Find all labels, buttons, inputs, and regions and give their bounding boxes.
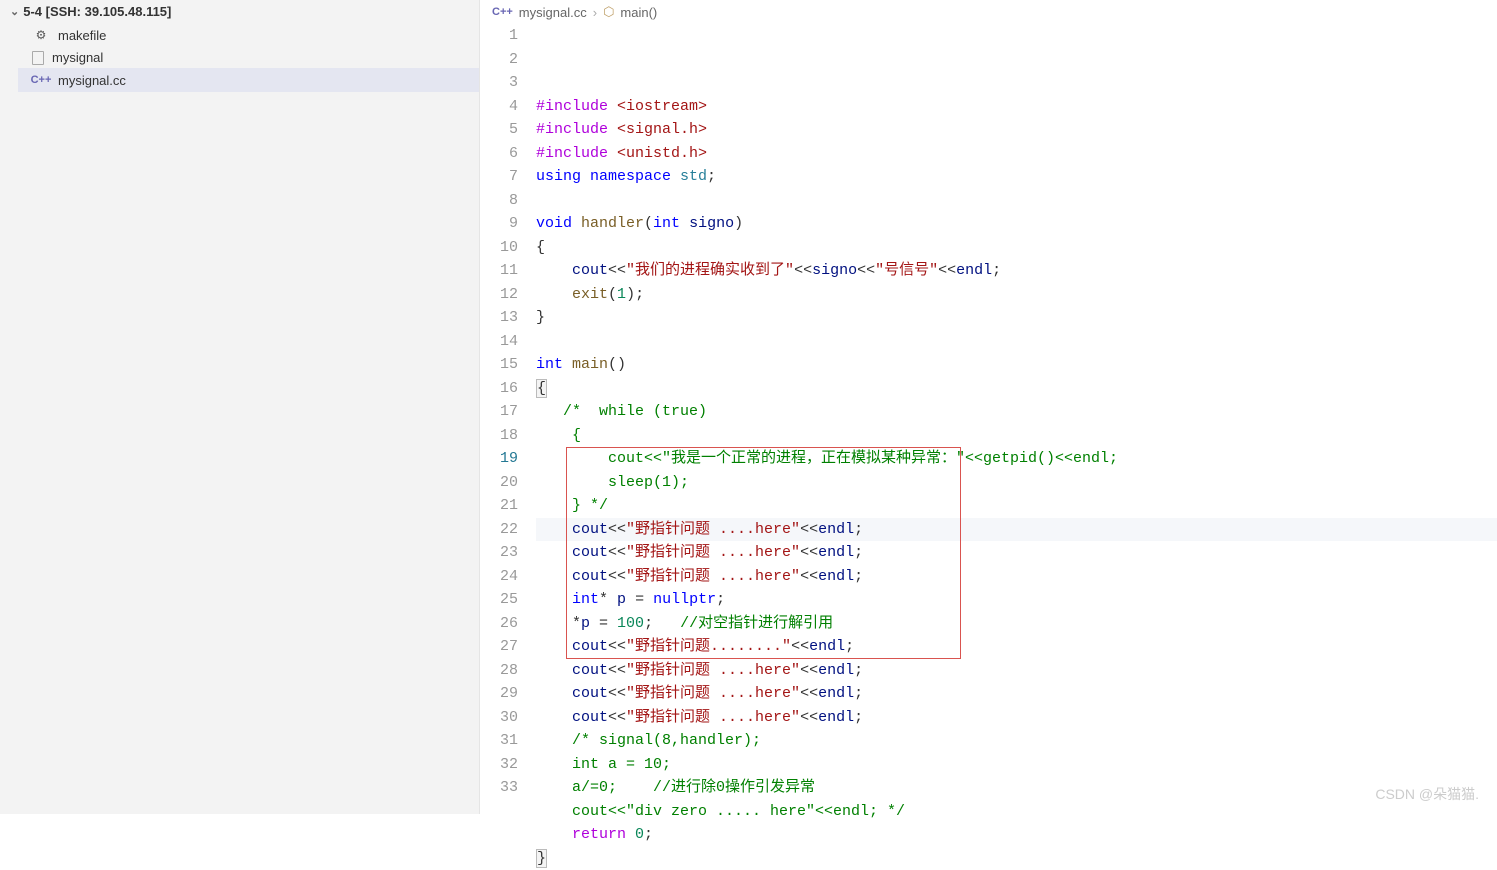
code-line[interactable]: cout<<"野指针问题 ....here"<<endl; [536, 682, 1497, 706]
line-number: 14 [480, 330, 518, 354]
code-line[interactable]: } */ [536, 494, 1497, 518]
line-number: 10 [480, 236, 518, 260]
folder-title: 5-4 [SSH: 39.105.48.115] [23, 4, 171, 19]
code-line[interactable]: #include <iostream> [536, 95, 1497, 119]
line-number: 22 [480, 518, 518, 542]
code-line[interactable]: cout<<"野指针问题........"<<endl; [536, 635, 1497, 659]
file-label: mysignal.cc [58, 73, 126, 88]
code-line[interactable]: /* signal(8,handler); [536, 729, 1497, 753]
line-number: 9 [480, 212, 518, 236]
code-line[interactable]: sleep(1); [536, 471, 1497, 495]
line-number: 23 [480, 541, 518, 565]
code-line[interactable]: { [536, 377, 1497, 401]
code-line[interactable]: cout<<"我们的进程确实收到了"<<signo<<"号信号"<<endl; [536, 259, 1497, 283]
line-number: 26 [480, 612, 518, 636]
line-number: 30 [480, 706, 518, 730]
line-number: 20 [480, 471, 518, 495]
code-line[interactable]: exit(1); [536, 283, 1497, 307]
code-line[interactable]: void handler(int signo) [536, 212, 1497, 236]
code-line[interactable]: /* while (true) [536, 400, 1497, 424]
breadcrumb-file: mysignal.cc [519, 5, 587, 20]
makefile-icon: ⚙ [32, 26, 50, 44]
explorer-header[interactable]: ⌄ 5-4 [SSH: 39.105.48.115] [0, 0, 479, 23]
line-number: 13 [480, 306, 518, 330]
code-line[interactable]: #include <unistd.h> [536, 142, 1497, 166]
line-number: 28 [480, 659, 518, 683]
line-number: 11 [480, 259, 518, 283]
line-number: 16 [480, 377, 518, 401]
code-line[interactable]: } [536, 847, 1497, 870]
cpp-icon: C++ [492, 6, 513, 18]
code-line[interactable]: cout<<"div zero ..... here"<<endl; */ [536, 800, 1497, 824]
blank-icon [32, 51, 44, 65]
line-number: 6 [480, 142, 518, 166]
cpp-icon: C++ [32, 71, 50, 89]
code-line[interactable]: { [536, 236, 1497, 260]
line-number: 15 [480, 353, 518, 377]
code-line[interactable]: cout<<"野指针问题 ....here"<<endl; [536, 565, 1497, 589]
file-explorer: ⌄ 5-4 [SSH: 39.105.48.115] ⚙ makefile mysi… [0, 0, 480, 814]
code-line[interactable]: #include <signal.h> [536, 118, 1497, 142]
code-line[interactable]: cout<<"野指针问题 ....here"<<endl; [536, 706, 1497, 730]
file-label: makefile [58, 28, 106, 43]
line-number: 18 [480, 424, 518, 448]
code-line[interactable]: return 0; [536, 823, 1497, 847]
chevron-down-icon: ⌄ [10, 5, 19, 18]
line-number: 17 [480, 400, 518, 424]
breadcrumb-symbol: main() [620, 5, 657, 20]
symbol-icon: ⬡ [603, 4, 614, 20]
code-area[interactable]: 1234567891011121314151617181920212223242… [480, 24, 1497, 870]
code-line[interactable]: *p = 100; //对空指针进行解引用 [536, 612, 1497, 636]
line-number: 5 [480, 118, 518, 142]
code-line[interactable] [536, 330, 1497, 354]
line-number: 21 [480, 494, 518, 518]
breadcrumb[interactable]: C++ mysignal.cc › ⬡ main() [480, 0, 1497, 24]
file-item-mysignal[interactable]: mysignal [18, 47, 479, 68]
code-line[interactable]: { [536, 424, 1497, 448]
code-line[interactable]: } [536, 306, 1497, 330]
line-number: 19 [480, 447, 518, 471]
line-number: 12 [480, 283, 518, 307]
line-number: 4 [480, 95, 518, 119]
file-item-makefile[interactable]: ⚙ makefile [18, 23, 479, 47]
code-line[interactable]: using namespace std; [536, 165, 1497, 189]
code-line[interactable]: int main() [536, 353, 1497, 377]
line-number: 24 [480, 565, 518, 589]
editor-pane: C++ mysignal.cc › ⬡ main() 1234567891011… [480, 0, 1497, 814]
line-number: 33 [480, 776, 518, 800]
line-number: 27 [480, 635, 518, 659]
file-label: mysignal [52, 50, 103, 65]
code-line[interactable]: int* p = nullptr; [536, 588, 1497, 612]
code-line[interactable]: a/=0; //进行除0操作引发异常 [536, 776, 1497, 800]
line-number: 31 [480, 729, 518, 753]
code-line[interactable]: int a = 10; [536, 753, 1497, 777]
line-number: 29 [480, 682, 518, 706]
file-list: ⚙ makefile mysignalC++ mysignal.cc [0, 23, 479, 92]
line-gutter: 1234567891011121314151617181920212223242… [480, 24, 536, 870]
line-number: 2 [480, 48, 518, 72]
code-line[interactable]: cout<<"野指针问题 ....here"<<endl; [536, 659, 1497, 683]
line-number: 8 [480, 189, 518, 213]
line-number: 32 [480, 753, 518, 777]
code-line[interactable]: cout<<"我是一个正常的进程，正在模拟某种异常："<<getpid()<<e… [536, 447, 1497, 471]
line-number: 7 [480, 165, 518, 189]
line-number: 1 [480, 24, 518, 48]
code-line[interactable] [536, 189, 1497, 213]
line-number: 25 [480, 588, 518, 612]
breadcrumb-separator: › [593, 5, 597, 20]
file-item-mysignal.cc[interactable]: C++ mysignal.cc [18, 68, 479, 92]
code-line[interactable]: cout<<"野指针问题 ....here"<<endl; [536, 541, 1497, 565]
code-content[interactable]: #include <iostream>#include <signal.h>#i… [536, 24, 1497, 870]
watermark: CSDN @朵猫猫. [1375, 784, 1479, 804]
line-number: 3 [480, 71, 518, 95]
code-line[interactable]: cout<<"野指针问题 ....here"<<endl; [536, 518, 1497, 542]
